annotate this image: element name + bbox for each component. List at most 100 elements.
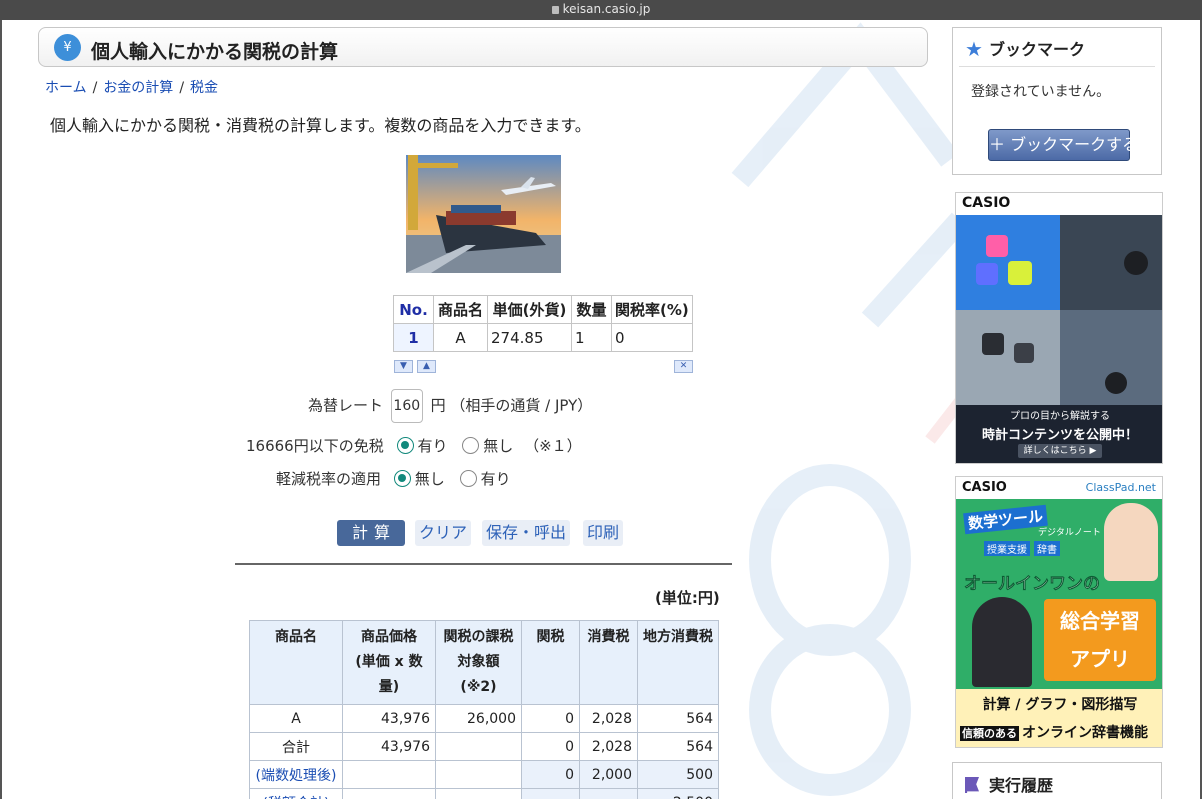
table-cell: 2,028 [579,732,638,761]
row-down-button[interactable]: ▼ [394,360,413,373]
star-icon: ★ [965,37,983,61]
table-cell: 500 [637,760,719,789]
tax-total-link[interactable]: (税額合計) [249,788,343,799]
ad2-person-man [1104,503,1158,581]
table-cell: 43,976 [342,704,436,733]
unit-label: (単位:円) [655,589,720,607]
result-col-header: 消費税 [579,620,638,705]
divider [959,66,1155,67]
history-panel: 実行履歴 [952,762,1162,799]
result-col-header: 商品名 [249,620,343,705]
browser-url-bar[interactable]: keisan.casio.jp [0,0,1202,20]
exemption-no-option[interactable]: 無し [462,437,513,455]
ad1-line2: 時計コンテンツを公開中！ [981,428,1138,443]
ad2-person-girl [972,597,1032,687]
table-cell: 0 [521,760,580,789]
col-header-name: 商品名 [433,295,488,324]
breadcrumb: ホーム / お金の計算 / 税金 [45,80,219,96]
calculate-button[interactable]: 計算 [337,520,405,546]
table-cell: 2,028 [579,704,638,733]
exemption-label: 16666円以下の免税 [246,437,384,455]
reduced-yes-option[interactable]: 有り [459,470,511,488]
radio-checked-icon[interactable] [396,437,414,454]
table-cell [579,788,638,799]
casio-logo: CASIO [962,480,1007,495]
lock-icon [551,6,559,14]
exchange-rate-input[interactable]: 160 [390,389,423,423]
casio-watch-ad[interactable]: CASIO プロの目から解説する 時計コンテンツを公開中！ 詳しくはこちら ▶ [955,192,1163,464]
reduced-yes-label: 有り [480,470,511,488]
ad1-line1: プロの目から解説する [1010,411,1110,422]
table-row: A 43,976 26,000 0 2,028 564 [249,704,719,733]
reduced-no-label: 無し [414,470,445,488]
result-col-header: 関税 [521,620,580,705]
radio-unchecked-icon[interactable] [459,470,477,487]
divider [235,563,732,565]
item-name-field[interactable]: A [433,323,488,352]
ad2-tag4: 辞書 [1034,541,1060,556]
table-cell: 2,000 [579,760,638,789]
input-table: No. 商品名 単価(外貨) 数量 関税率(%) 1 A 274.85 1 0 [393,295,693,352]
window-border-left [0,20,2,799]
result-table: 商品名 商品価格 (単価 x 数量) 関税の課税 対象額 (※2) 関税 消費税 地… [249,620,719,799]
history-header: 実行履歴 [965,772,1053,796]
table-cell: 合計 [249,732,343,761]
ad2-footer-badge: 信頼のある [960,726,1019,741]
exchange-rate-row: 為替レート 160 円 （相手の通貨 / JPY） [308,389,592,423]
page-title-box: ¥ 個人輸入にかかる関税の計算 [38,27,928,67]
close-icon: ✕ [679,361,688,371]
ad2-tag1: 数学ツール [963,504,1048,535]
print-button[interactable]: 印刷 [583,520,624,546]
tariff-rate-field[interactable]: 0 [611,323,693,352]
quantity-field[interactable]: 1 [571,323,612,352]
triangle-down-icon: ▼ [400,361,407,371]
table-row: 合計 43,976 0 2,028 564 [249,732,719,761]
exemption-yes-option[interactable]: 有り [396,437,448,455]
table-cell [435,732,522,761]
table-cell: 0 [521,704,580,733]
unit-price-field[interactable]: 274.85 [487,323,572,352]
ad1-more-link[interactable]: 詳しくはこちら ▶ [1018,444,1102,458]
result-col-header: 関税の課税 対象額 (※2) [435,620,522,705]
triangle-up-icon: ▲ [423,361,430,371]
row-delete-button[interactable]: ✕ [674,360,693,373]
add-bookmark-button[interactable]: ＋ ブックマークする [988,129,1138,161]
radio-checked-icon[interactable] [393,470,411,487]
reduced-rate-label: 軽減税率の適用 [276,470,382,488]
table-cell: 2,500 [637,788,719,799]
ad2-tag3: 授業支援 [984,541,1030,556]
exemption-row: 16666円以下の免税 有り 無し （※１） [246,435,582,456]
url-text: keisan.casio.jp [562,2,651,16]
page-title: 個人輸入にかかる関税の計算 [91,41,339,63]
exchange-rate-label: 為替レート [308,396,384,415]
bookmark-header: ★ ブックマーク [965,36,1085,61]
table-row: (税額合計) 2,500 [249,788,719,799]
page-description: 個人輸入にかかる関税・消費税の計算します。複数の商品を入力できます。 [50,116,591,135]
money-bag-icon: ¥ [54,34,81,61]
ad2-footer-line1: 計算 / グラフ・図形描写 [982,697,1138,713]
reduced-rate-row: 軽減税率の適用 無し 有り [276,468,511,489]
table-cell [435,788,522,799]
ad2-box-line1: 総合学習 [1060,609,1140,633]
clear-button[interactable]: クリア [415,520,472,546]
col-header-no: No. [393,295,434,324]
breadcrumb-home[interactable]: ホーム [45,80,87,96]
casio-logo: CASIO [962,195,1011,211]
row-up-button[interactable]: ▲ [417,360,436,373]
breadcrumb-tax[interactable]: 税金 [190,80,218,96]
flag-icon [965,777,979,793]
table-cell: 564 [637,732,719,761]
bookmark-panel: ★ ブックマーク 登録されていません。 ＋ ブックマークする [952,27,1162,175]
save-load-button[interactable]: 保存・呼出 [482,520,571,546]
breadcrumb-money[interactable]: お金の計算 [103,80,173,96]
exchange-rate-unit: 円 [430,396,446,415]
classpad-ad[interactable]: CASIO ClassPad.net 数学ツール デジタルノート 授業支援 辞書… [955,476,1163,748]
exchange-rate-note: （相手の通貨 / JPY） [450,396,593,415]
rounding-link[interactable]: (端数処理後) [249,760,343,789]
table-cell: 0 [521,732,580,761]
radio-unchecked-icon[interactable] [462,437,480,454]
reduced-no-option[interactable]: 無し [393,470,445,488]
bookmark-title: ブックマーク [988,40,1085,59]
table-cell [342,788,436,799]
table-cell: 26,000 [435,704,522,733]
